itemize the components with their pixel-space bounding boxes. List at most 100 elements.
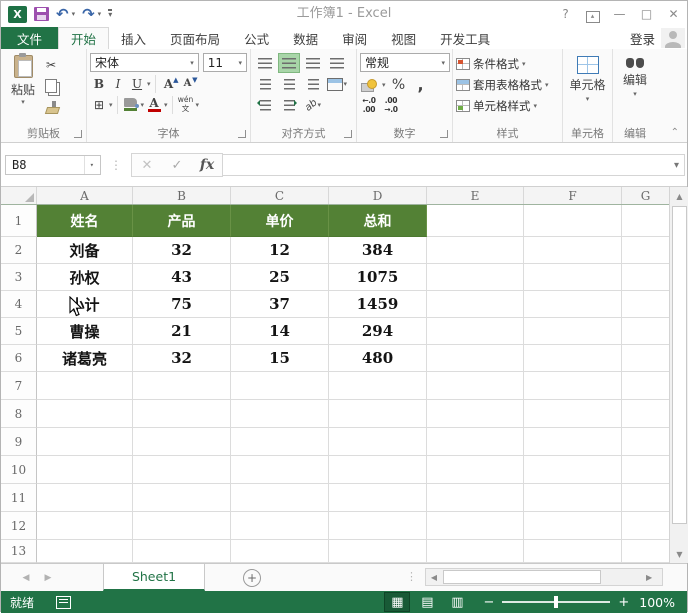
editing-button[interactable]: 编辑 ▾ (616, 53, 654, 98)
middle-align-button[interactable] (278, 53, 300, 73)
cell[interactable] (427, 318, 524, 345)
tab-view[interactable]: 视图 (379, 27, 428, 49)
cell-b4[interactable]: 75 (133, 291, 231, 318)
cell[interactable] (622, 264, 669, 291)
copy-button[interactable] (42, 76, 60, 95)
cell[interactable] (524, 456, 622, 484)
cell[interactable] (329, 484, 427, 512)
cell[interactable] (427, 484, 524, 512)
font-name-combo[interactable]: 宋体 ▾ (90, 53, 199, 72)
cell[interactable] (37, 428, 133, 456)
cell[interactable] (524, 484, 622, 512)
row-header[interactable]: 6 (1, 345, 37, 372)
horizontal-scrollbar[interactable]: ◀ ▶ (425, 568, 663, 586)
cell[interactable] (427, 400, 524, 428)
wrap-text-button[interactable] (326, 53, 348, 73)
zoom-slider-thumb[interactable] (554, 596, 558, 608)
cell[interactable] (622, 512, 669, 540)
cell-b3[interactable]: 43 (133, 264, 231, 291)
cell-d5[interactable]: 294 (329, 318, 427, 345)
column-header[interactable]: E (427, 187, 524, 204)
expand-formula-bar-icon[interactable]: ▾ (674, 160, 679, 171)
cell[interactable] (524, 372, 622, 400)
clipboard-dialog-launcher-icon[interactable] (74, 130, 82, 138)
cell[interactable] (427, 237, 524, 264)
row-header[interactable]: 12 (1, 512, 37, 540)
cell[interactable] (622, 291, 669, 318)
cell[interactable] (329, 512, 427, 540)
cell[interactable] (37, 400, 133, 428)
increase-indent-button[interactable] (278, 95, 300, 115)
horizontal-scrollbar-thumb[interactable] (443, 570, 601, 584)
redo-dropdown-icon[interactable]: ▾ (98, 10, 102, 18)
cell-a6[interactable]: 诸葛亮 (37, 345, 133, 372)
prev-sheet-icon[interactable]: ◀ (15, 564, 37, 591)
cell[interactable] (231, 512, 329, 540)
cell-b8-active[interactable] (133, 400, 231, 428)
paste-dropdown-icon[interactable]: ▾ (21, 98, 25, 106)
cell[interactable] (231, 428, 329, 456)
cell-b1[interactable]: 产品 (133, 205, 231, 237)
cell-d6[interactable]: 480 (329, 345, 427, 372)
cell[interactable] (427, 540, 524, 563)
zoom-level[interactable]: 100% (639, 595, 675, 610)
tab-bar-divider[interactable]: ⋮ (406, 570, 417, 591)
cell[interactable] (427, 372, 524, 400)
cell[interactable] (524, 428, 622, 456)
tab-formulas[interactable]: 公式 (232, 27, 281, 49)
tab-insert[interactable]: 插入 (109, 27, 158, 49)
cell[interactable] (524, 540, 622, 563)
excel-logo-icon[interactable]: X (8, 6, 27, 23)
borders-button[interactable]: ⊞ (90, 95, 108, 114)
decrease-font-button[interactable]: A▼ (179, 74, 197, 93)
cell[interactable] (524, 205, 622, 237)
cell[interactable] (37, 372, 133, 400)
tab-home[interactable]: 开始 (58, 27, 109, 49)
minimize-button[interactable]: — (606, 1, 633, 27)
cell-a4[interactable]: 小计 (37, 291, 133, 318)
cell[interactable] (133, 484, 231, 512)
phonetic-guide-button[interactable]: wén文 (177, 95, 195, 114)
cell[interactable] (329, 456, 427, 484)
percent-style-button[interactable]: % (390, 75, 408, 94)
decrease-indent-button[interactable] (254, 95, 276, 115)
cell[interactable] (231, 400, 329, 428)
font-color-dropdown-icon[interactable]: ▾ (164, 101, 168, 109)
cell[interactable] (133, 512, 231, 540)
increase-font-button[interactable]: A▲ (160, 74, 178, 93)
row-header[interactable]: 7 (1, 372, 37, 400)
select-all-button[interactable] (1, 187, 37, 204)
conditional-formatting-button[interactable]: 条件格式▾ (456, 53, 559, 74)
column-header[interactable]: B (133, 187, 231, 204)
format-painter-button[interactable] (42, 97, 60, 116)
merge-center-button[interactable]: ▾ (326, 74, 348, 94)
user-avatar[interactable] (661, 28, 685, 48)
insert-function-button[interactable]: fx (192, 157, 222, 173)
cell-d1[interactable]: 总和 (329, 205, 427, 237)
cell[interactable] (231, 540, 329, 563)
scroll-down-icon[interactable]: ▼ (670, 545, 688, 563)
cell[interactable] (133, 540, 231, 563)
italic-button[interactable]: I (109, 74, 127, 93)
underline-button[interactable]: U (128, 74, 146, 93)
bold-button[interactable]: B (90, 74, 108, 93)
column-header[interactable]: A (37, 187, 133, 204)
align-left-button[interactable] (254, 74, 276, 94)
row-header[interactable]: 1 (1, 205, 37, 237)
scroll-right-icon[interactable]: ▶ (646, 573, 662, 582)
cell[interactable] (133, 372, 231, 400)
bottom-align-button[interactable] (302, 53, 324, 73)
number-dialog-launcher-icon[interactable] (440, 130, 448, 138)
cell[interactable] (231, 372, 329, 400)
top-align-button[interactable] (254, 53, 276, 73)
customize-qat-icon[interactable]: ▾ (108, 9, 112, 19)
cells-button[interactable]: 单元格 ▾ (566, 53, 609, 103)
cell[interactable] (622, 372, 669, 400)
cell[interactable] (37, 540, 133, 563)
accounting-format-button[interactable] (360, 75, 378, 94)
zoom-out-button[interactable]: − (483, 596, 494, 609)
cell[interactable] (133, 456, 231, 484)
cell-a2[interactable]: 刘备 (37, 237, 133, 264)
add-sheet-button[interactable]: + (243, 569, 261, 587)
row-header[interactable]: 13 (1, 540, 37, 563)
